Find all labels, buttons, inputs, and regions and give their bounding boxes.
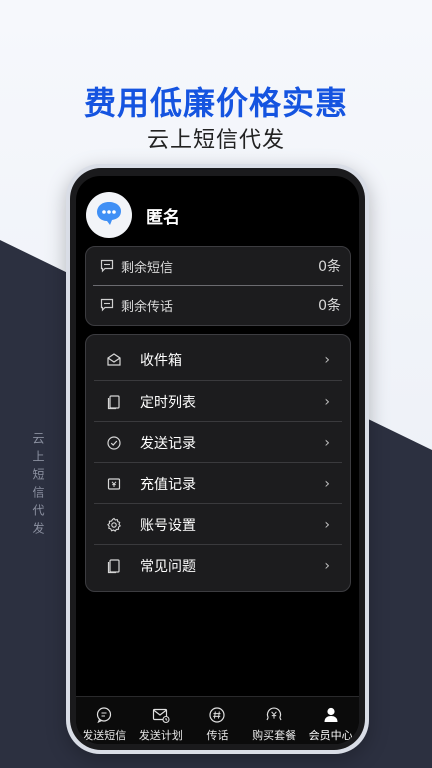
tab-label: 会员中心 [308,729,353,742]
tab-label: 购买套餐 [252,729,297,742]
check-circle-icon [106,435,122,451]
envelope-open-icon [106,352,122,368]
quota-value: 0条 [318,298,341,314]
message-icon [95,706,113,724]
menu-item-schedule[interactable]: 定时列表 › [86,381,350,422]
tab-relay[interactable]: 传话 [189,697,246,744]
promo-headline: 费用低廉价格实惠 [83,84,348,122]
quota-value: 0条 [318,259,341,275]
tab-label: 发送计划 [138,729,183,742]
chat-bubble-icon [94,199,124,231]
menu-item-account-settings[interactable]: 账号设置 › [86,504,350,545]
menu-card: 收件箱 › 定时列表 › 发送记录 › 充值记录 › 账号设置 › 常见问题 › [85,334,351,592]
mail-clock-icon [152,706,170,724]
promo-subline: 云上短信代发 [146,128,285,153]
user-icon [322,706,340,724]
menu-label: 收件箱 [140,352,182,369]
quota-row-sms: 剩余短信 0条 [86,247,350,285]
bottom-tab-bar: 发送短信 发送计划 传话 购买套餐 会员中心 [76,696,359,744]
chevron-right-icon: › [324,393,330,410]
tab-buy-package[interactable]: 购买套餐 [246,697,303,744]
tab-label: 传话 [206,729,229,742]
username: 匿名 [146,207,180,228]
tab-member-center[interactable]: 会员中心 [302,697,359,744]
menu-label: 充值记录 [140,476,196,493]
message-square-icon [99,297,115,313]
gear-icon [106,517,122,533]
menu-label: 定时列表 [140,394,196,411]
phone-screen: 匿名 剩余短信 0条 剩余传话 0条 收件箱 › 定时列表 › 发送记录 › 充… [76,176,359,744]
quota-label: 剩余短信 [121,260,174,276]
avatar[interactable] [86,192,132,238]
chevron-right-icon: › [324,475,330,492]
tab-label: 发送短信 [82,729,127,742]
yuan-circle-icon [265,706,283,724]
tab-send-plan[interactable]: 发送计划 [133,697,190,744]
menu-item-recharge-records[interactable]: 充值记录 › [86,463,350,504]
quota-card: 剩余短信 0条 剩余传话 0条 [85,246,351,326]
chevron-right-icon: › [324,434,330,451]
message-square-icon [99,258,115,274]
quota-label: 剩余传话 [121,299,174,315]
menu-label: 账号设置 [140,517,196,534]
menu-label: 发送记录 [140,435,196,452]
quota-row-relay: 剩余传话 0条 [86,286,350,324]
chevron-right-icon: › [324,351,330,368]
chevron-right-icon: › [324,557,330,574]
menu-item-send-records[interactable]: 发送记录 › [86,422,350,463]
menu-item-faq[interactable]: 常见问题 › [86,545,350,586]
chevron-right-icon: › [324,516,330,533]
document-list-icon [106,394,122,410]
tab-send-sms[interactable]: 发送短信 [76,697,133,744]
profile-header[interactable]: 匿名 [86,192,180,238]
hash-circle-icon [208,706,226,724]
menu-item-inbox[interactable]: 收件箱 › [86,339,350,380]
side-vertical-text: 云上短信代发 [31,432,45,540]
document-question-icon [106,558,122,574]
yuan-card-icon [106,476,122,492]
menu-label: 常见问题 [140,558,196,575]
